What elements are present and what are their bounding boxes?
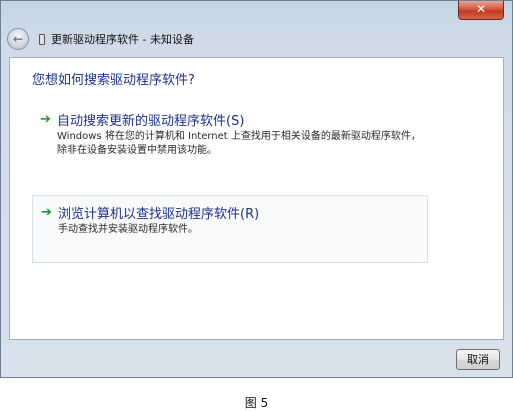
dialog-window: ✕ ← 更新驱动程序软件 - 未知设备 您想如何搜索驱动程序软件? ➔ 自动搜索… (0, 0, 513, 378)
device-icon (39, 33, 45, 45)
option-description: 手动查找并安装驱动程序软件。 (58, 224, 198, 235)
option-description: Windows 将在您的计算机和 Internet 上查找用于相关设备的最新驱动… (57, 131, 421, 156)
auto-search-option[interactable]: ➔ 自动搜索更新的驱动程序软件(S) Windows 将在您的计算机和 Inte… (32, 108, 428, 168)
back-arrow-icon: ← (12, 32, 24, 46)
green-arrow-icon: ➔ (41, 205, 52, 220)
navigation-bar: ← 更新驱动程序软件 - 未知设备 (7, 27, 194, 51)
browse-computer-option[interactable]: ➔ 浏览计算机以查找驱动程序软件(R) 手动查找并安装驱动程序软件。 (32, 195, 428, 263)
page-heading: 您想如何搜索驱动程序软件? (32, 73, 195, 88)
window-title: 更新驱动程序软件 - 未知设备 (51, 33, 194, 46)
option-title: 浏览计算机以查找驱动程序软件(R) (58, 207, 260, 222)
option-title: 自动搜索更新的驱动程序软件(S) (57, 114, 245, 129)
back-button[interactable]: ← (7, 28, 29, 50)
cancel-button[interactable]: 取消 (456, 349, 500, 370)
content-panel: 您想如何搜索驱动程序软件? ➔ 自动搜索更新的驱动程序软件(S) Windows… (9, 57, 504, 340)
close-button[interactable]: ✕ (458, 1, 504, 20)
green-arrow-icon: ➔ (40, 112, 51, 127)
figure-caption: 图 5 (244, 396, 269, 410)
